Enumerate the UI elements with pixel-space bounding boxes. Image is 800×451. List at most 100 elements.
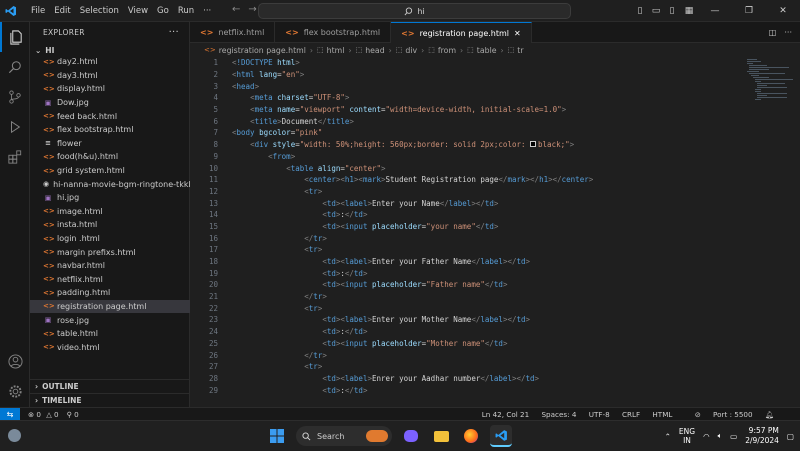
taskbar-vscode-icon[interactable] [490,425,512,447]
toggle-secondary-sidebar-icon[interactable]: ▯ [664,6,680,16]
code-line[interactable]: 5 <meta name="viewport" content="width=d… [190,104,745,116]
file-item[interactable]: <> insta.html [30,218,190,232]
code-line[interactable]: 17 <tr> [190,244,745,256]
breadcrumb-item[interactable]: table [477,46,497,55]
command-center[interactable]: hi [258,3,571,19]
chevron-up-icon[interactable]: ⌃ [665,432,671,441]
language-mode[interactable]: HTML [652,410,672,419]
weather-widget-icon[interactable] [8,429,21,442]
file-item[interactable]: <> padding.html [30,286,190,300]
code-line[interactable]: 9 <from> [190,151,745,163]
extensions-icon[interactable] [0,142,30,172]
code-line[interactable]: 20 <td><input placeholder="Father name"<… [190,279,745,291]
code-line[interactable]: 11 <center><h1><mark>Student Registratio… [190,174,745,186]
toggle-sidebar-icon[interactable]: ▯ [632,6,648,16]
tab-flex-bootstrap-html[interactable]: <> flex bootstrap.html [275,22,392,43]
code-line[interactable]: 7 <body bgcolor="pink" [190,127,745,139]
meet-app-icon[interactable] [400,425,422,447]
cursor-position[interactable]: Ln 42, Col 21 [482,410,529,419]
timeline-section[interactable]: › TIMELINE [30,393,190,407]
code-line[interactable]: 24 <td>:</td> [190,326,745,338]
run-debug-icon[interactable] [0,112,30,142]
outline-section[interactable]: › OUTLINE [30,379,190,393]
menu-item-file[interactable]: File [31,6,45,16]
code-line[interactable]: 21 </tr> [190,291,745,303]
battery-icon[interactable]: ▭ [730,432,737,441]
code-line[interactable]: 15 <td><input placeholder="your name"</t… [190,221,745,233]
search-sidebar-icon[interactable] [0,52,30,82]
menu-item-more[interactable]: ··· [203,6,211,16]
code-line[interactable]: 2 <html lang="en"> [190,69,745,81]
explorer-icon[interactable] [0,22,30,52]
vscode-logo-icon[interactable] [0,0,22,22]
code-line[interactable]: 1 <!DOCTYPE html> [190,57,745,69]
wifi-icon[interactable]: ◠ [703,432,710,441]
notifications-bell-icon[interactable]: 🔔︎ [765,410,774,419]
breadcrumb-item[interactable]: registration page.html [219,46,306,55]
file-item[interactable]: <> display.html [30,82,190,96]
clock[interactable]: 9:57 PM 2/9/2024 [745,426,779,446]
code-line[interactable]: 14 <td>:</td> [190,209,745,221]
file-item[interactable]: ▣ hi.jpg [30,191,190,205]
menu-item-view[interactable]: View [128,6,148,16]
breadcrumb-item[interactable]: from [438,46,456,55]
remote-indicator-icon[interactable]: ⇆ [0,407,20,421]
taskbar-search[interactable]: Search [296,426,392,446]
close-icon[interactable]: ✕ [766,6,800,16]
code-line[interactable]: 12 <tr> [190,186,745,198]
breadcrumb-item[interactable]: head [365,46,384,55]
file-item[interactable]: <> food(h&u).html [30,150,190,164]
restore-icon[interactable]: ❐ [732,6,766,16]
tab-close-icon[interactable]: ✕ [514,29,521,38]
code-line[interactable]: 28 <td><label>Enrer your Aadhar number</… [190,373,745,385]
color-swatch-icon[interactable] [530,141,537,148]
language-indicator[interactable]: ENG IN [679,427,695,445]
encoding[interactable]: UTF-8 [589,410,610,419]
file-item[interactable]: ≡ flower [30,137,190,151]
notification-icon[interactable]: ▢ [787,432,794,441]
file-item[interactable]: ▣ Dow.jpg [30,96,190,110]
toggle-panel-icon[interactable]: ▭ [648,6,664,16]
file-item[interactable]: <> margin prefixs.html [30,245,190,259]
code-line[interactable]: 25 <td><input placeholder="Mother name"<… [190,338,745,350]
code-line[interactable]: 8 <div style="width: 50%;height: 560px;b… [190,139,745,151]
code-line[interactable]: 13 <td><label>Enter your Name</label></t… [190,197,745,209]
menu-item-run[interactable]: Run [178,6,194,16]
file-item[interactable]: <> login .html [30,232,190,246]
more-actions-icon[interactable]: ··· [169,27,179,38]
line-endings[interactable]: CRLF [622,410,640,419]
code-line[interactable]: 27 <tr> [190,361,745,373]
code-line[interactable]: 22 <tr> [190,302,745,314]
file-item[interactable]: <> day2.html [30,55,190,69]
minimap[interactable] [745,57,800,407]
breadcrumb-item[interactable]: html [327,46,345,55]
firefox-icon[interactable] [460,425,482,447]
split-editor-icon[interactable]: ◫ [769,28,777,37]
file-item[interactable]: ▣ rose.jpg [30,313,190,327]
code-line[interactable]: 6 <title>Document</title> [190,115,745,127]
code-line[interactable]: 26 </tr> [190,349,745,361]
file-item[interactable]: <> video.html [30,340,190,354]
code-line[interactable]: 4 <meta charset="UTF-8"> [190,92,745,104]
code-line[interactable]: 19 <td>:</td> [190,267,745,279]
live-server-port[interactable]: ⊘ Port : 5500 [685,410,753,419]
file-item[interactable]: <> feed back.html [30,109,190,123]
file-item[interactable]: <> day3.html [30,69,190,83]
menu-item-selection[interactable]: Selection [80,6,119,16]
file-item[interactable]: <> navbar.html [30,259,190,273]
code-editor[interactable]: 1 <!DOCTYPE html> 2 <html lang="en"> 3 <head>… [190,57,745,407]
code-line[interactable]: 10 <table align="center"> [190,162,745,174]
back-arrow-icon[interactable]: ← [232,4,248,15]
volume-icon[interactable]: 🔈︎ [718,431,723,441]
file-item[interactable]: <> netflix.html [30,273,190,287]
problems-indicator[interactable]: ⊗ 0 △ 0 [28,410,59,419]
source-control-icon[interactable] [0,82,30,112]
more-actions-icon[interactable]: ··· [784,28,792,37]
file-item[interactable]: <> grid system.html [30,164,190,178]
file-item[interactable]: ◉ hi-nanna-movie-bgm-ringtone-tkkb [30,177,190,191]
code-line[interactable]: 18 <td><label>Enter your Father Name</la… [190,256,745,268]
file-item[interactable]: <> image.html [30,205,190,219]
menu-item-go[interactable]: Go [157,6,169,16]
menu-item-edit[interactable]: Edit [54,6,70,16]
file-item[interactable]: <> flex bootstrap.html [30,123,190,137]
